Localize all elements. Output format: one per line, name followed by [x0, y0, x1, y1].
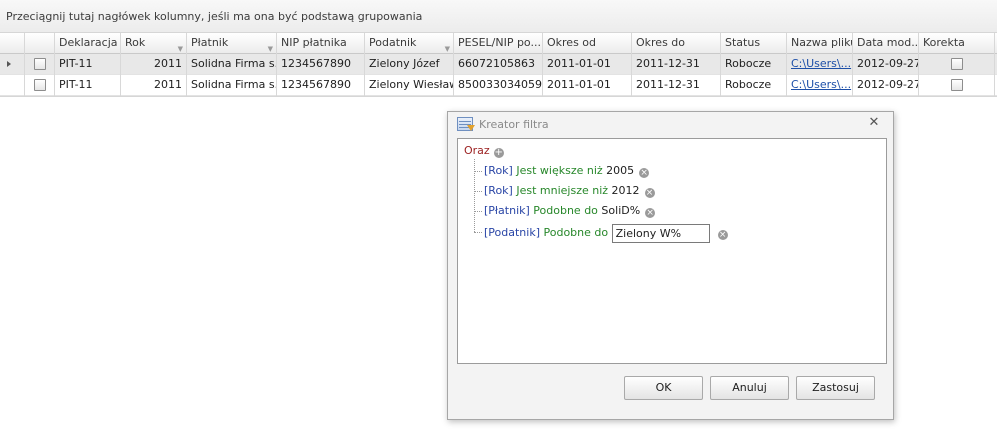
condition-field[interactable]: [Płatnik] — [484, 204, 530, 217]
cell-korekta[interactable] — [919, 75, 995, 96]
filter-funnel-icon[interactable]: ▼ — [445, 39, 450, 54]
apply-button[interactable]: Zastosuj — [796, 376, 875, 400]
filter-condition: [Rok] Jest większe niż 2005 × — [484, 163, 650, 179]
column-header-status[interactable]: Status — [721, 33, 787, 54]
filter-funnel-icon[interactable]: ▼ — [178, 39, 183, 54]
row-select-checkbox[interactable] — [25, 54, 55, 75]
column-header-okres-do[interactable]: Okres do — [632, 33, 721, 54]
row-indicator — [0, 54, 25, 75]
column-header-okres-od[interactable]: Okres od — [543, 33, 632, 54]
focused-row-arrow-icon — [7, 61, 11, 67]
remove-condition-icon[interactable]: × — [639, 168, 650, 178]
close-icon[interactable]: ✕ — [867, 116, 881, 130]
add-condition-icon[interactable]: + — [493, 148, 504, 158]
group-operator-label[interactable]: Oraz — [464, 144, 490, 157]
condition-field[interactable]: [Podatnik] — [484, 226, 540, 239]
checkbox-icon[interactable] — [33, 58, 46, 70]
cell-okres-do[interactable]: 2011-12-31 — [632, 75, 721, 96]
cell-status[interactable]: Robocze — [721, 54, 787, 75]
condition-field[interactable]: [Rok] — [484, 184, 513, 197]
cell-deklaracja[interactable]: PIT-11 — [55, 54, 121, 75]
filter-builder-dialog: Kreator filtra ✕ Oraz + [Rok] Jest większ… — [447, 111, 894, 420]
group-operator[interactable]: Oraz + — [464, 143, 504, 159]
column-header-platnik[interactable]: Płatnik ▼ — [187, 33, 277, 54]
row-indicator-header — [0, 33, 25, 54]
select-all-checkbox-header[interactable] — [25, 33, 55, 54]
cell-rok[interactable]: 2011 — [121, 54, 187, 75]
filter-condition: [Podatnik] Podobne do Zielony W% × — [484, 223, 728, 243]
ok-button[interactable]: OK — [624, 376, 703, 400]
remove-condition-icon[interactable]: × — [645, 208, 656, 218]
remove-condition-icon[interactable]: × — [644, 188, 655, 198]
column-header-deklaracja[interactable]: Deklaracja — [55, 33, 121, 54]
cell-platnik[interactable]: Solidna Firma s... — [187, 54, 277, 75]
cell-pesel-nip[interactable]: 850033034059 — [454, 75, 543, 96]
condition-operator[interactable]: Podobne do — [544, 226, 609, 239]
cell-nip-platnika[interactable]: 1234567890 — [277, 75, 365, 96]
condition-operator[interactable]: Jest większe niż — [516, 164, 602, 177]
condition-value-input[interactable]: Zielony W% — [611, 223, 710, 243]
tree-connector — [474, 211, 482, 212]
cell-deklaracja[interactable]: PIT-11 — [55, 75, 121, 96]
grid-header-row: Deklaracja Rok ▼ Płatnik ▼ NIP płatnika Po… — [0, 33, 997, 54]
cell-status[interactable]: Robocze — [721, 75, 787, 96]
column-header-nazwa-pliku[interactable]: Nazwa pliku — [787, 33, 853, 54]
column-header-rok[interactable]: Rok ▼ — [121, 33, 187, 54]
cell-okres-do[interactable]: 2011-12-31 — [632, 54, 721, 75]
column-header-data-modyfikacji[interactable]: Data mod... — [853, 33, 919, 54]
cell-nazwa-pliku[interactable]: C:\Users\... — [787, 75, 853, 96]
cell-rok[interactable]: 2011 — [121, 75, 187, 96]
column-header-korekta[interactable]: Korekta — [919, 33, 995, 54]
tree-connector — [474, 191, 482, 192]
cell-podatnik[interactable]: Zielony Józef — [365, 54, 454, 75]
filter-tree[interactable]: Oraz + [Rok] Jest większe niż 2005 × [Rok]… — [457, 138, 887, 364]
group-by-panel[interactable]: Przeciągnij tutaj nagłówek kolumny, jeśl… — [0, 0, 997, 33]
row-indicator — [0, 75, 25, 96]
checkbox-icon[interactable] — [33, 79, 46, 91]
condition-operator[interactable]: Jest mniejsze niż — [516, 184, 608, 197]
condition-value[interactable]: SoliD% — [601, 204, 640, 217]
filter-funnel-icon[interactable]: ▼ — [268, 39, 273, 54]
dialog-title: Kreator filtra — [479, 118, 549, 131]
cell-platnik[interactable]: Solidna Firma s... — [187, 75, 277, 96]
filter-condition: [Płatnik] Podobne do SoliD% × — [484, 203, 656, 219]
condition-value[interactable]: 2005 — [606, 164, 634, 177]
tree-connector — [474, 171, 482, 172]
group-by-hint: Przeciągnij tutaj nagłówek kolumny, jeśl… — [6, 10, 423, 23]
condition-operator[interactable]: Podobne do — [533, 204, 598, 217]
filter-condition: [Rok] Jest mniejsze niż 2012 × — [484, 183, 655, 199]
cell-nip-platnika[interactable]: 1234567890 — [277, 54, 365, 75]
condition-value[interactable]: 2012 — [612, 184, 640, 197]
grid-divider — [0, 96, 997, 97]
file-path-link[interactable]: C:\Users\... — [791, 78, 851, 91]
korekta-checkbox[interactable] — [950, 79, 963, 91]
tree-connector — [474, 232, 482, 233]
remove-condition-icon[interactable]: × — [717, 230, 728, 240]
column-header-pesel-nip[interactable]: PESEL/NIP po... — [454, 33, 543, 54]
cell-okres-od[interactable]: 2011-01-01 — [543, 54, 632, 75]
table-row[interactable]: PIT-11 2011 Solidna Firma s... 123456789… — [0, 75, 997, 96]
cell-okres-od[interactable]: 2011-01-01 — [543, 75, 632, 96]
declarations-grid: Deklaracja Rok ▼ Płatnik ▼ NIP płatnika Po… — [0, 33, 997, 96]
filter-builder-icon — [457, 117, 475, 131]
dialog-title-bar[interactable]: Kreator filtra ✕ — [448, 112, 893, 136]
cell-korekta[interactable] — [919, 54, 995, 75]
cell-data-modyfikacji[interactable]: 2012-09-27 — [853, 54, 919, 75]
korekta-checkbox[interactable] — [950, 58, 963, 70]
cell-podatnik[interactable]: Zielony Wiesław — [365, 75, 454, 96]
file-path-link[interactable]: C:\Users\... — [791, 57, 851, 70]
tree-connector — [474, 159, 475, 232]
column-header-podatnik[interactable]: Podatnik ▼ — [365, 33, 454, 54]
column-header-nip-platnika[interactable]: NIP płatnika — [277, 33, 365, 54]
cell-pesel-nip[interactable]: 66072105863 — [454, 54, 543, 75]
condition-field[interactable]: [Rok] — [484, 164, 513, 177]
row-select-checkbox[interactable] — [25, 75, 55, 96]
table-row[interactable]: PIT-11 2011 Solidna Firma s... 123456789… — [0, 54, 997, 75]
cell-nazwa-pliku[interactable]: C:\Users\... — [787, 54, 853, 75]
cell-data-modyfikacji[interactable]: 2012-09-27 — [853, 75, 919, 96]
cancel-button[interactable]: Anuluj — [710, 376, 789, 400]
